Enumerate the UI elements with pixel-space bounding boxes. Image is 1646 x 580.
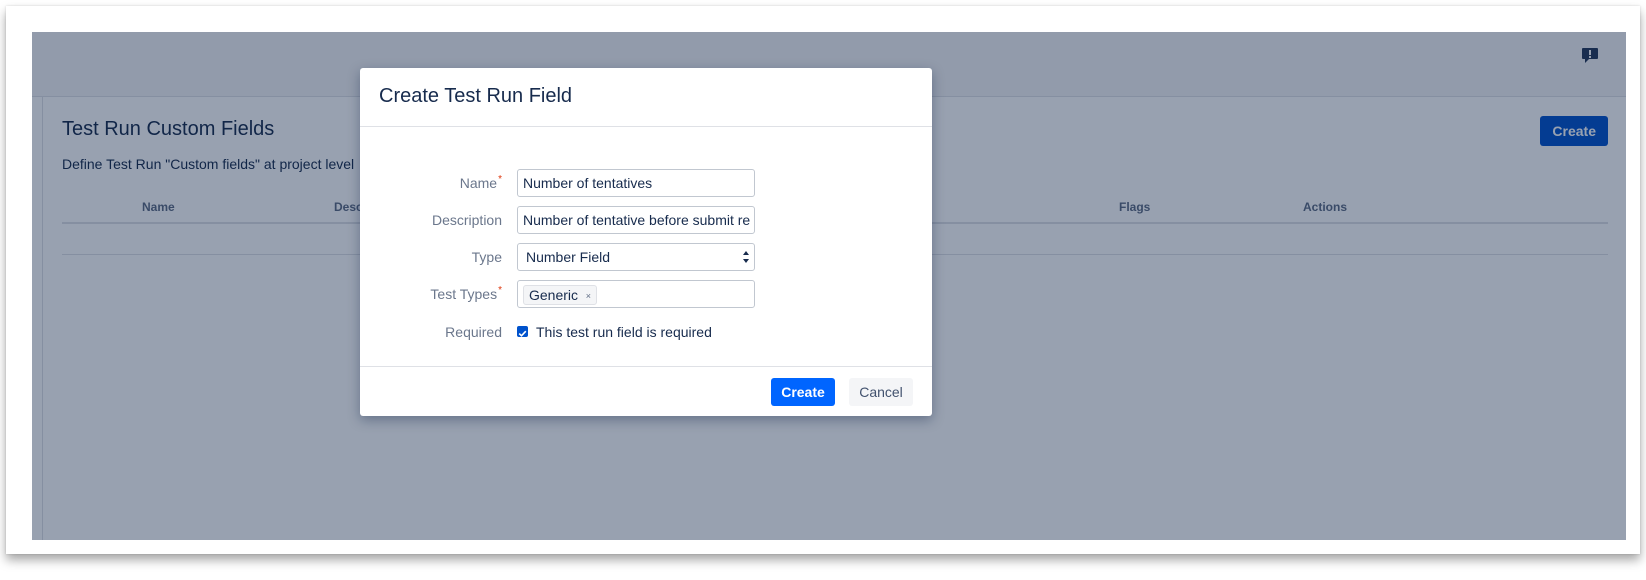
create-test-run-field-dialog: Create Test Run Field Name* Number of te… <box>360 68 932 416</box>
required-checkbox-label[interactable]: This test run field is required <box>536 324 712 340</box>
test-type-token: Generic × <box>523 285 598 305</box>
dialog-header: Create Test Run Field <box>360 68 932 127</box>
name-input[interactable]: Number of tentatives <box>517 169 755 197</box>
cancel-button[interactable]: Cancel <box>849 378 913 406</box>
description-label: Description <box>431 212 502 228</box>
dialog-footer: Create Cancel <box>360 366 932 417</box>
screenshot-frame: Test Run Custom Fields Define Test Run "… <box>6 6 1640 554</box>
description-input[interactable]: Number of tentative before submit re <box>517 206 755 234</box>
remove-token-icon[interactable]: × <box>586 287 591 305</box>
test-types-label-text: Test Types <box>430 286 498 302</box>
required-marker: * <box>498 285 502 296</box>
test-types-multiselect[interactable]: Generic × <box>517 280 755 308</box>
select-arrows-icon <box>743 251 749 263</box>
test-type-token-label: Generic <box>529 287 579 303</box>
name-label: Name* <box>459 174 502 191</box>
required-checkbox[interactable] <box>517 326 528 337</box>
required-label: Required <box>445 324 502 340</box>
name-label-text: Name <box>459 175 498 191</box>
type-select[interactable]: Number Field <box>517 243 755 271</box>
checkmark-icon <box>518 330 527 337</box>
test-types-label: Test Types* <box>430 285 502 302</box>
dialog-title: Create Test Run Field <box>379 85 573 107</box>
required-marker: * <box>498 174 502 185</box>
type-select-value: Number Field <box>526 249 611 265</box>
type-label: Type <box>471 249 502 265</box>
create-button[interactable]: Create <box>771 378 835 406</box>
